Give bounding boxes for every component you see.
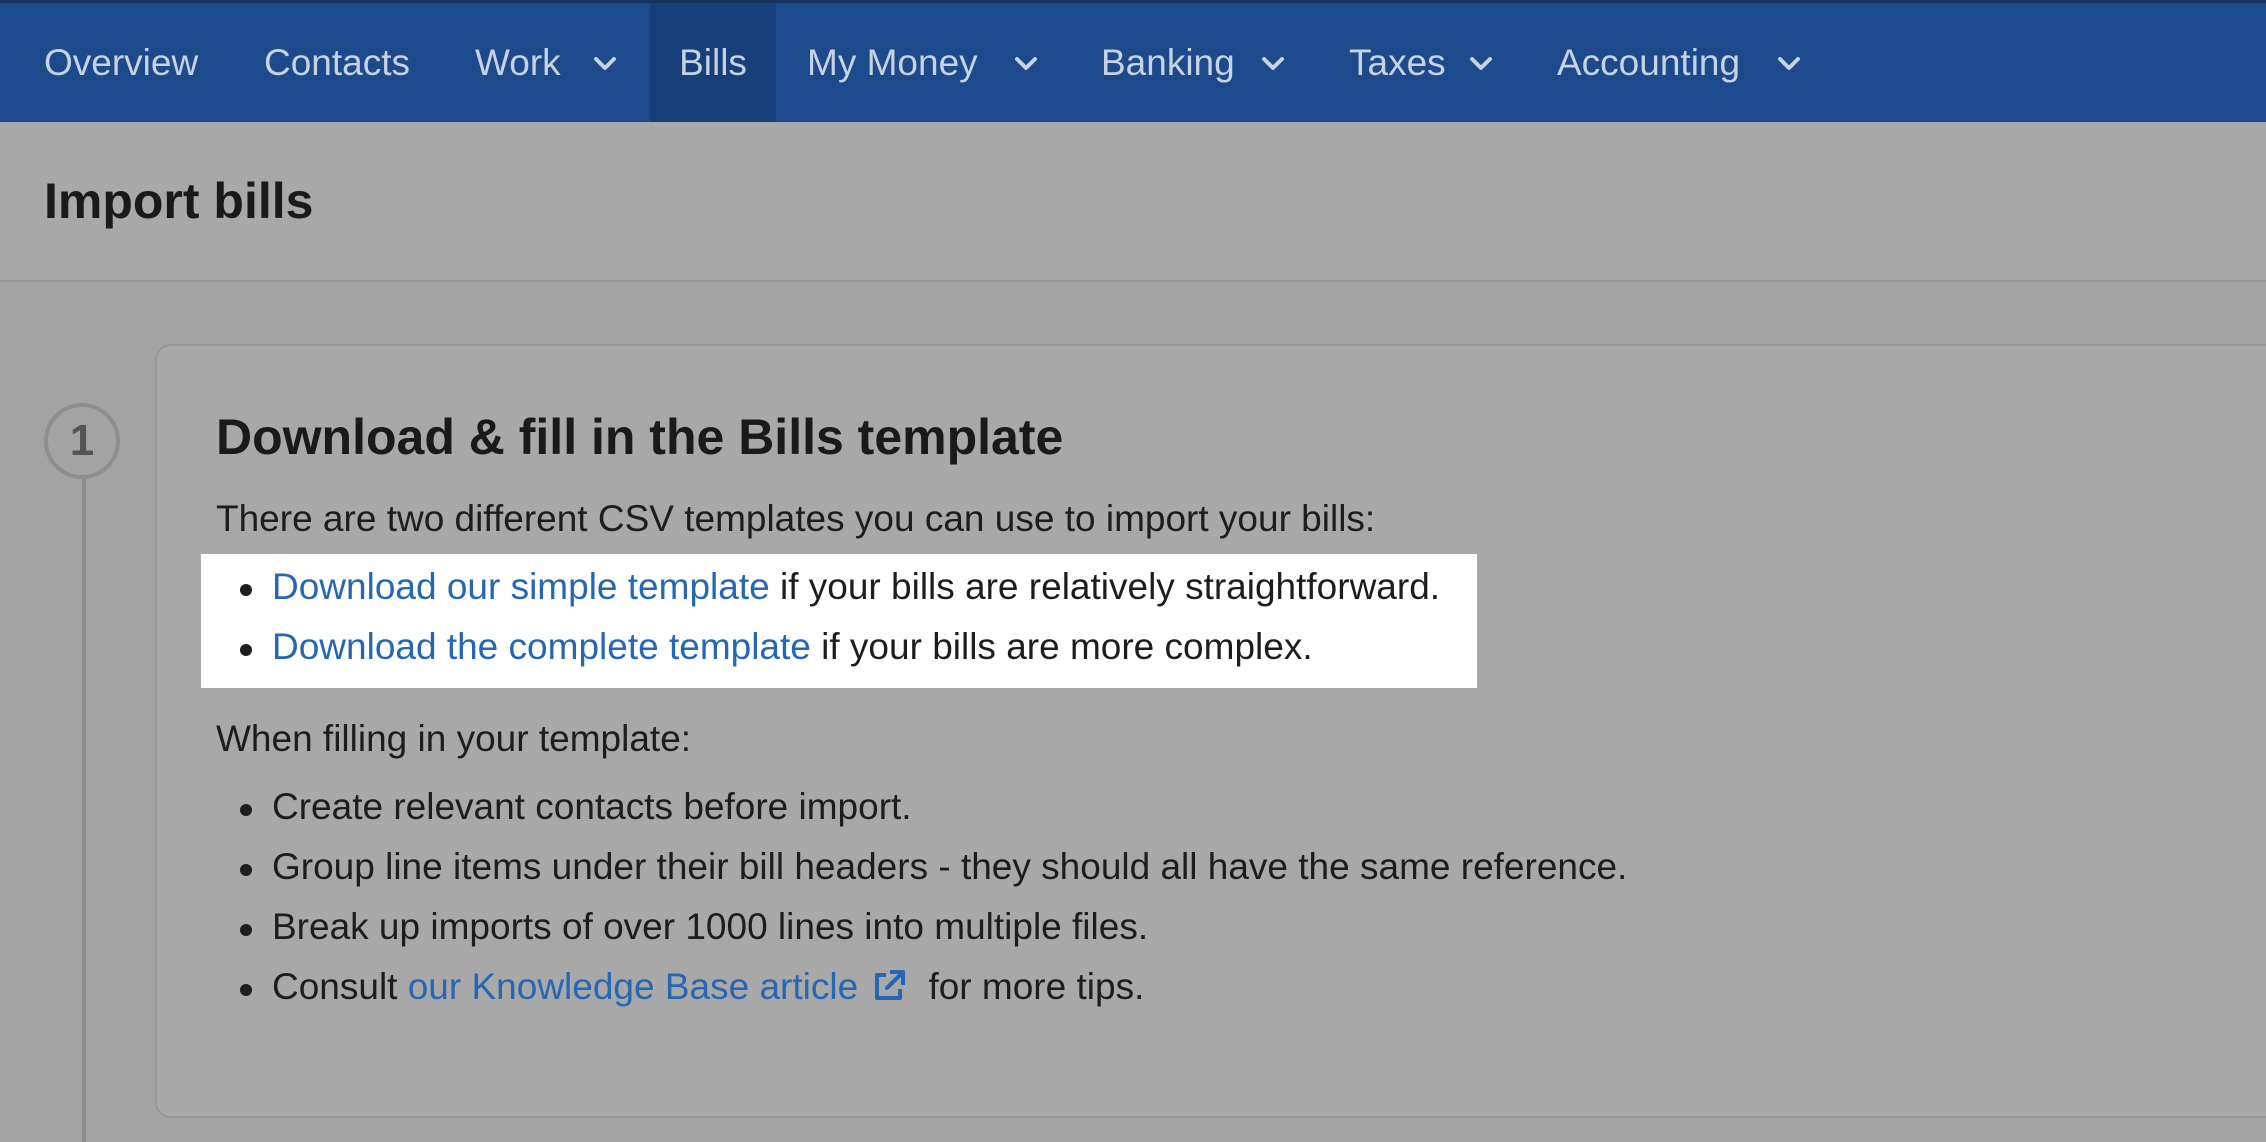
chevron-down-icon[interactable] <box>1774 49 1804 79</box>
tips-heading: When filling in your template: <box>216 718 692 759</box>
nav-item-accounting[interactable]: Accounting <box>1557 3 1740 122</box>
chevron-down-icon[interactable] <box>1011 49 1041 79</box>
page-title: Import bills <box>44 173 314 229</box>
page-header <box>0 122 2266 282</box>
nav-item-contacts[interactable]: Contacts <box>264 3 410 122</box>
external-link-icon[interactable] <box>870 967 908 1014</box>
step-number-badge: 1 <box>44 403 120 479</box>
nav-item-work[interactable]: Work <box>475 3 561 122</box>
bullet-dot <box>240 984 252 996</box>
nav-item-bills[interactable]: Bills <box>650 3 776 122</box>
step-connector-line <box>82 479 86 1142</box>
step-title: Download & fill in the Bills template <box>216 409 1064 465</box>
list-item-text: Create relevant contacts before import. <box>272 786 912 827</box>
list-item-text: Break up imports of over 1000 lines into… <box>272 906 1149 947</box>
download-simple-template-link[interactable]: Download our simple template <box>272 566 770 607</box>
bullet-dot <box>240 864 252 876</box>
step-intro-text: There are two different CSV templates yo… <box>216 498 1376 539</box>
nav-item-banking[interactable]: Banking <box>1101 3 1235 122</box>
nav-item-my-money[interactable]: My Money <box>807 3 978 122</box>
top-navigation: Overview Contacts Work Bills My Money Ba… <box>0 0 2266 122</box>
chevron-down-icon[interactable] <box>1258 49 1288 79</box>
bullet-dot <box>240 644 252 656</box>
chevron-down-icon[interactable] <box>590 49 620 79</box>
list-item-text: Consult <box>272 966 408 1007</box>
list-item-text: if your bills are relatively straightfor… <box>769 566 1441 607</box>
bullet-dot <box>240 584 252 596</box>
bullet-dot <box>240 804 252 816</box>
list-item-text: Group line items under their bill header… <box>272 846 1628 887</box>
bullet-dot <box>240 924 252 936</box>
chevron-down-icon[interactable] <box>1466 49 1496 79</box>
knowledge-base-link[interactable]: our Knowledge Base article <box>408 966 858 1007</box>
nav-item-taxes[interactable]: Taxes <box>1349 3 1446 122</box>
download-complete-template-link[interactable]: Download the complete template <box>272 626 811 667</box>
list-item-text: if your bills are more complex. <box>810 626 1313 667</box>
list-item-text: for more tips. <box>918 966 1145 1007</box>
nav-item-overview[interactable]: Overview <box>44 3 198 122</box>
